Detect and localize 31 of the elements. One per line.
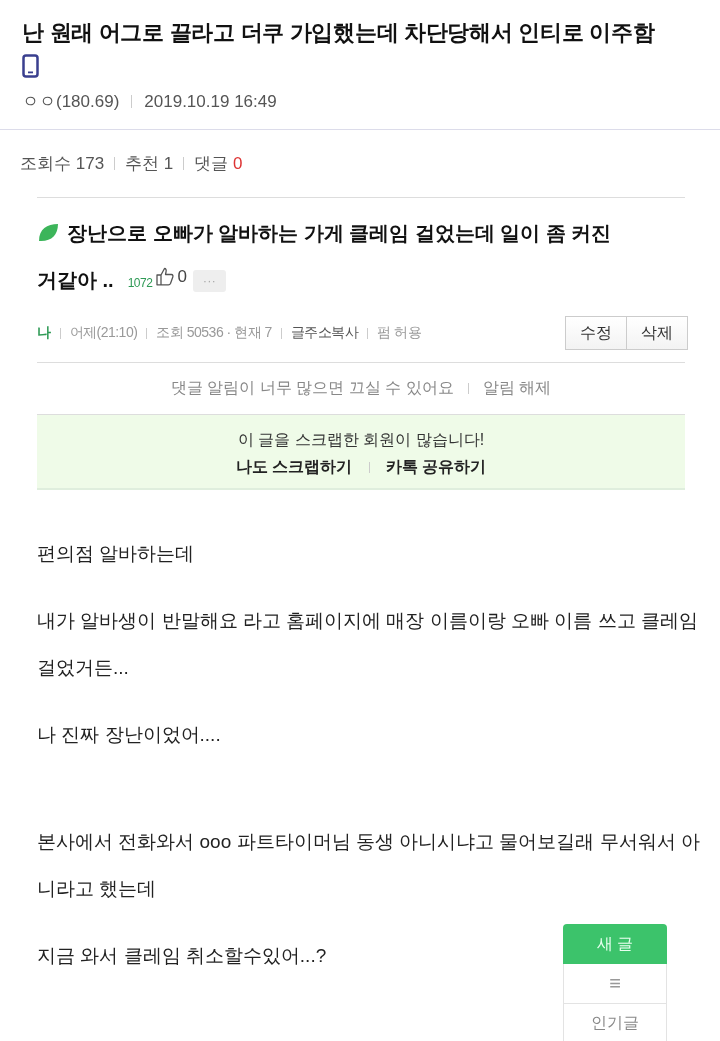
action-button[interactable]: 삭제 <box>627 316 688 350</box>
meta-text: 펌 허용 <box>377 324 422 342</box>
copy-link[interactable]: 글주소복사 <box>290 324 359 342</box>
body-paragraph: 지금 와서 클레임 취소할수있어...? <box>37 944 327 968</box>
share-link[interactable]: 카톡 공유하기 <box>385 457 486 478</box>
stat-label: 댓글 0 <box>194 153 243 175</box>
thumbs-up-icon[interactable] <box>156 267 175 286</box>
post-title: 난 원래 어그로 끌라고 더쿠 가입했는데 차단당해서 인티로 이주함 <box>22 19 656 47</box>
meta-text: 어제(21:10) <box>69 324 138 342</box>
author-name: 나 <box>37 324 51 342</box>
post-date: 2019.10.19 16:49 <box>144 91 277 112</box>
like-count: 0 <box>177 266 187 288</box>
body-paragraph: 편의점 알바하는데 <box>37 542 195 566</box>
action-button[interactable]: 수정 <box>565 316 627 350</box>
view-count: 1072 <box>127 276 153 290</box>
scrap-message: 이 글을 스크랩한 회원이 많습니다! <box>236 430 486 450</box>
leaf-icon <box>37 223 59 243</box>
embedded-post-title: 거같아 .. <box>37 269 114 291</box>
popular-posts-button[interactable]: 인기글 <box>563 1004 667 1041</box>
meta-text: 조회 50536 · 현재 7 <box>156 324 272 342</box>
body-paragraph: 본사에서 전화와서 ooo 파트타이머님 동생 아니시냐고 물어보길래 무서워서 아니라고 했는데 <box>37 830 700 901</box>
stat-label: 추천 1 <box>125 153 174 175</box>
body-paragraph: 내가 알바생이 반말해요 라고 홈페이지에 매장 이름이랑 오빠 이름 쓰고 클레임 걸었거든... <box>37 609 699 680</box>
stat-label: 조회수 173 <box>20 153 105 175</box>
embedded-post-title: 장난으로 오빠가 알바하는 가게 클레임 걸었는데 일이 좀 커진 <box>67 222 612 244</box>
share-link[interactable]: 나도 스크랩하기 <box>236 457 353 478</box>
mobile-phone-icon <box>22 54 39 78</box>
body-paragraph: 나 진짜 장난이었어.... <box>37 723 221 747</box>
notice-text: 댓글 알림이 너무 많으면 끄실 수 있어요 <box>170 378 454 398</box>
unsubscribe-link[interactable]: 알림 해제 <box>482 378 552 399</box>
author-name: ㅇㅇ(180.69) <box>22 91 120 113</box>
